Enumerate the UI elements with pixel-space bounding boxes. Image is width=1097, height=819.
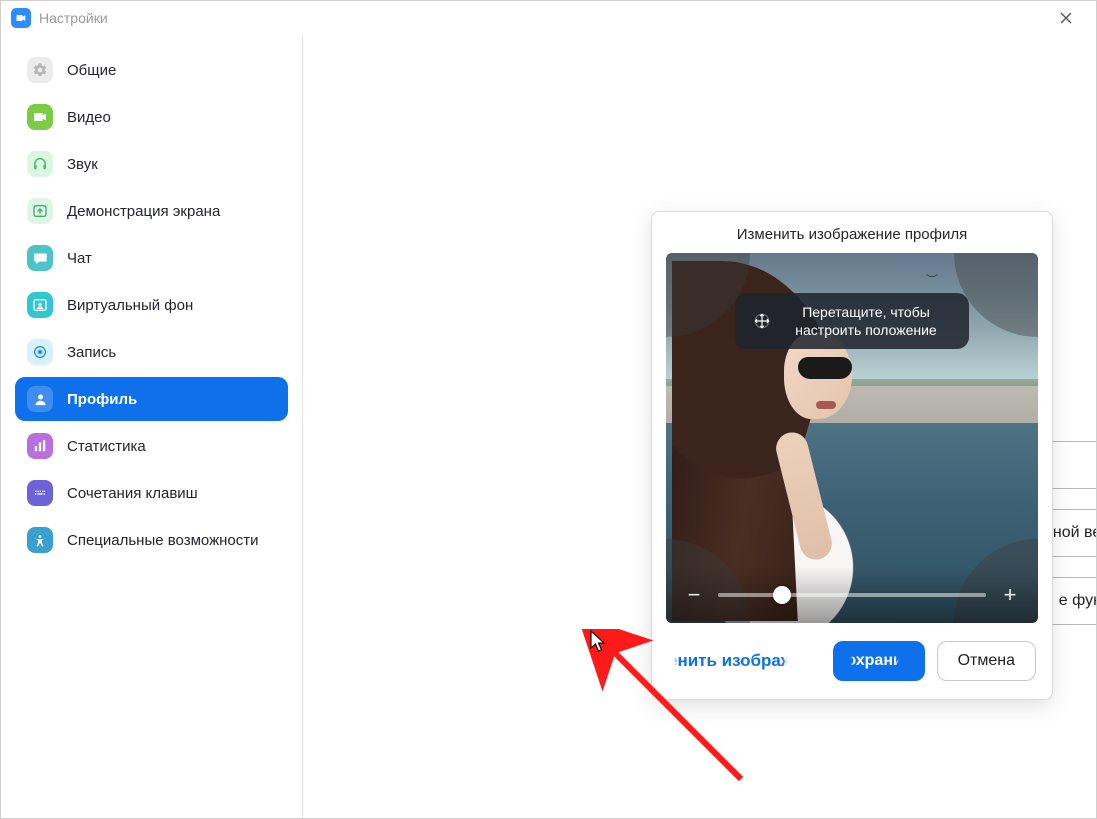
sidebar-item-label: Запись bbox=[67, 344, 116, 361]
save-button-label: охрани bbox=[846, 652, 902, 670]
sidebar-item-recording[interactable]: Запись bbox=[15, 330, 288, 374]
sidebar-item-profile[interactable]: Профиль bbox=[15, 377, 288, 421]
sidebar-item-label: Чат bbox=[67, 250, 92, 267]
gear-icon bbox=[27, 57, 53, 83]
cancel-button[interactable]: Отмена bbox=[937, 641, 1036, 681]
sidebar-item-label: Виртуальный фон bbox=[67, 297, 193, 314]
settings-sidebar: Общие Видео Звук Демонстрация экрана bbox=[1, 35, 303, 818]
bird-icon: ︶ bbox=[926, 271, 938, 288]
virtual-background-icon bbox=[27, 292, 53, 318]
statistics-icon bbox=[27, 433, 53, 459]
image-crop-area[interactable]: ︶ bbox=[666, 253, 1038, 623]
titlebar: Настройки bbox=[1, 1, 1096, 35]
sidebar-item-label: Видео bbox=[67, 109, 111, 126]
button-label-fragment: е функции bbox=[1059, 592, 1097, 610]
settings-window: Настройки Общие Видео bbox=[0, 0, 1097, 819]
sidebar-item-label: Звук bbox=[67, 156, 98, 173]
sidebar-item-label: Демонстрация экрана bbox=[67, 203, 220, 220]
sidebar-item-share-screen[interactable]: Демонстрация экрана bbox=[15, 189, 288, 233]
sidebar-item-label: Профиль bbox=[67, 391, 137, 408]
zoom-handle[interactable] bbox=[773, 586, 791, 604]
modal-title: Изменить изображение профиля bbox=[652, 212, 1052, 253]
zoom-logo-icon bbox=[11, 8, 31, 28]
sidebar-item-label: Сочетания клавиш bbox=[67, 485, 198, 502]
sidebar-item-audio[interactable]: Звук bbox=[15, 142, 288, 186]
sidebar-item-accessibility[interactable]: Специальные возможности bbox=[15, 518, 288, 562]
sidebar-item-video[interactable]: Видео bbox=[15, 95, 288, 139]
window-title: Настройки bbox=[39, 10, 1046, 26]
sidebar-item-label: Статистика bbox=[67, 438, 146, 455]
close-icon bbox=[1060, 12, 1072, 24]
sidebar-item-label: Общие bbox=[67, 62, 116, 79]
headphones-icon bbox=[27, 151, 53, 177]
sidebar-item-label: Специальные возможности bbox=[67, 532, 259, 549]
sidebar-item-statistics[interactable]: Статистика bbox=[15, 424, 288, 468]
sidebar-item-general[interactable]: Общие bbox=[15, 48, 288, 92]
zoom-slider: − + bbox=[666, 567, 1038, 623]
drag-tooltip: Перетащите, чтобы настроить положение bbox=[735, 293, 969, 349]
zoom-in-button[interactable]: + bbox=[1000, 582, 1020, 608]
mouse-cursor-icon bbox=[590, 630, 608, 654]
edit-profile-image-modal: Изменить изображение профиля ︶ bbox=[651, 211, 1053, 700]
settings-content: икина филь льной версии е функции Измени… bbox=[303, 35, 1096, 818]
sidebar-item-chat[interactable]: Чат bbox=[15, 236, 288, 280]
sidebar-item-shortcuts[interactable]: Сочетания клавиш bbox=[15, 471, 288, 515]
modal-actions: енить изображ охрани Отмена bbox=[652, 623, 1052, 699]
profile-icon bbox=[27, 386, 53, 412]
accessibility-icon bbox=[27, 527, 53, 553]
change-image-link[interactable]: енить изображ bbox=[668, 651, 793, 671]
zoom-track[interactable] bbox=[718, 593, 986, 597]
keyboard-icon bbox=[27, 480, 53, 506]
move-icon bbox=[753, 312, 771, 330]
save-button[interactable]: охрани bbox=[833, 641, 925, 681]
sidebar-item-virtual-background[interactable]: Виртуальный фон bbox=[15, 283, 288, 327]
record-icon bbox=[27, 339, 53, 365]
drag-tooltip-text: Перетащите, чтобы настроить положение bbox=[781, 303, 951, 339]
window-close-button[interactable] bbox=[1046, 1, 1086, 35]
video-icon bbox=[27, 104, 53, 130]
chat-icon bbox=[27, 245, 53, 271]
zoom-out-button[interactable]: − bbox=[684, 582, 704, 608]
share-screen-icon bbox=[27, 198, 53, 224]
